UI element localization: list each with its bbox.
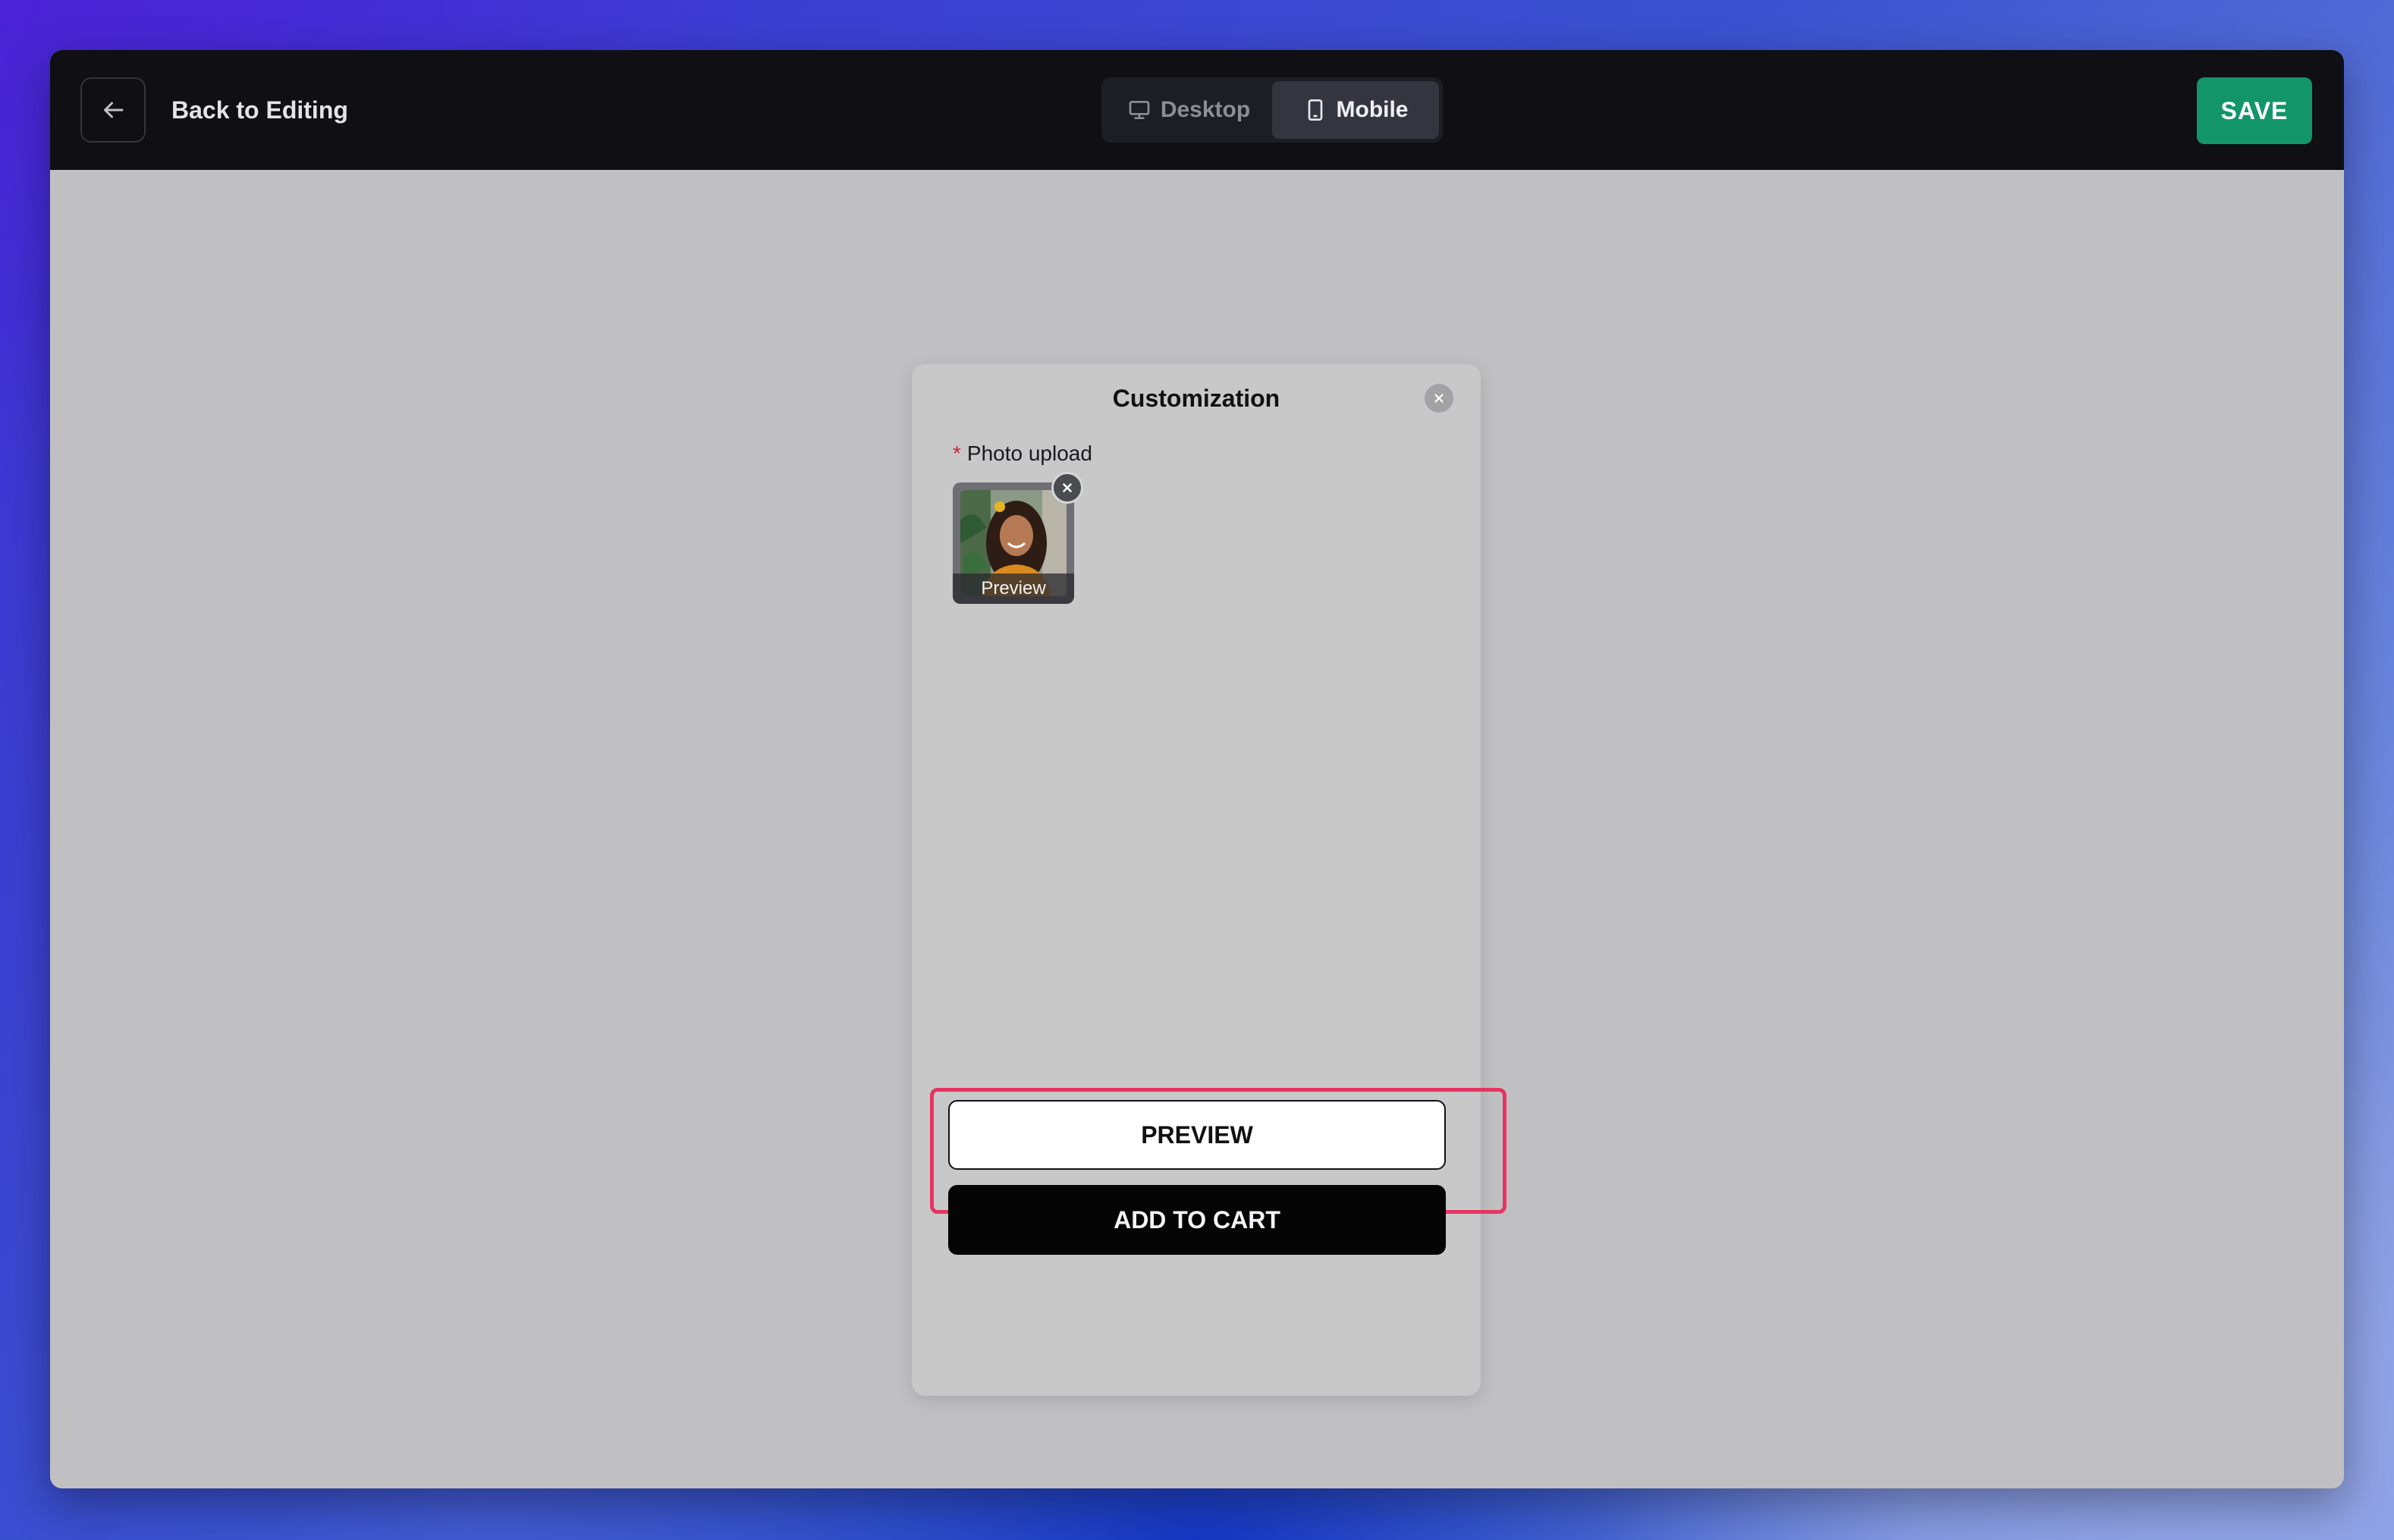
phone-icon	[1308, 99, 1322, 121]
close-icon	[1063, 483, 1072, 492]
add-to-cart-button[interactable]: ADD TO CART	[948, 1185, 1446, 1255]
top-bar: Back to Editing Desktop Mobile SAVE	[50, 50, 2344, 170]
photo-upload-label-text: Photo upload	[966, 442, 1092, 465]
preview-canvas: Customization * Photo upload Preview	[50, 170, 2344, 1488]
monitor-icon	[1129, 101, 1150, 119]
preview-button[interactable]: PREVIEW	[948, 1100, 1446, 1170]
photo-upload-label: * Photo upload	[953, 437, 1092, 470]
back-button[interactable]	[80, 77, 146, 143]
view-toggle: Desktop Mobile	[1101, 77, 1443, 143]
close-modal-button[interactable]	[1425, 384, 1453, 413]
uploaded-photo-thumbnail[interactable]: Preview	[953, 482, 1074, 604]
close-icon	[1434, 394, 1444, 403]
arrow-left-icon	[104, 102, 124, 118]
mobile-view-label: Mobile	[1336, 97, 1409, 122]
desktop-view-label: Desktop	[1160, 97, 1251, 122]
required-asterisk: *	[953, 442, 961, 465]
mobile-view-button[interactable]: Mobile	[1272, 81, 1439, 139]
remove-photo-button[interactable]	[1051, 472, 1083, 504]
back-to-editing-label[interactable]: Back to Editing	[171, 91, 348, 129]
app-window: Back to Editing Desktop Mobile SAVE Cust…	[50, 50, 2344, 1488]
thumbnail-preview-label[interactable]: Preview	[953, 574, 1074, 604]
save-button[interactable]: SAVE	[2197, 77, 2312, 144]
modal-title: Customization	[1112, 385, 1280, 412]
desktop-view-button[interactable]: Desktop	[1105, 81, 1272, 139]
